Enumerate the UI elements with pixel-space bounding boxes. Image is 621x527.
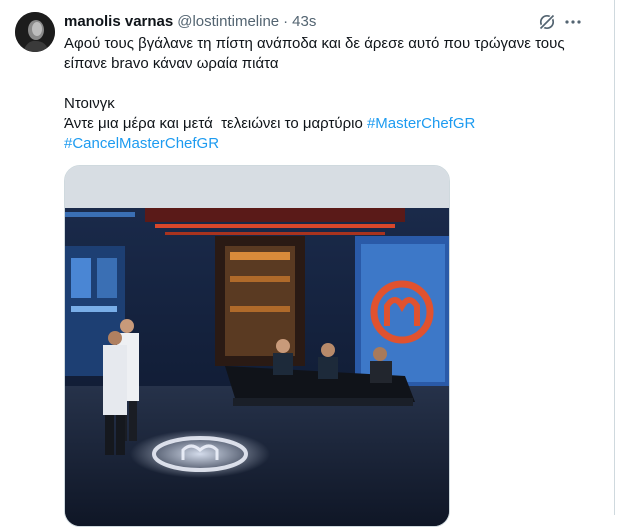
tweet-text-line: Αφού τους βγάλανε τη πίστη ανάποδα και δ… [64,35,565,52]
scrollbar[interactable] [615,0,621,515]
user-handle[interactable]: @lostintimeline [177,13,279,30]
tweet-header: manolis varnas @lostintimeline · 43s [64,11,316,31]
separator-dot: · [283,12,289,30]
grok-icon[interactable] [537,12,557,32]
display-name[interactable]: manolis varnas [64,13,173,30]
tweet-text-line: Ντοινγκ [64,95,115,112]
tweet-photo[interactable] [64,165,450,527]
timestamp[interactable]: 43s [292,13,316,30]
tweet-text: Αφού τους βγάλανε τη πίστη ανάποδα και δ… [64,34,599,154]
tweet-text-line: Άντε μια μέρα και μετά τελειώνει το μαρτ… [64,114,599,134]
avatar[interactable] [15,12,55,52]
avatar-image [15,12,55,52]
masterchef-studio-photo [65,166,449,526]
tweet[interactable]: manolis varnas @lostintimeline · 43s Αφο… [0,0,614,527]
tweet-text-segment: Άντε μια μέρα και μετά τελειώνει το μαρτ… [64,115,367,132]
more-dots-icon[interactable] [563,12,583,32]
hashtag-cancelmasterchefgr[interactable]: #CancelMasterChefGR [64,134,599,154]
tweet-text-line: είπανε bravo κάναν ωραία πιάτα [64,55,279,72]
hashtag-masterchefgr[interactable]: #MasterChefGR [367,115,475,132]
